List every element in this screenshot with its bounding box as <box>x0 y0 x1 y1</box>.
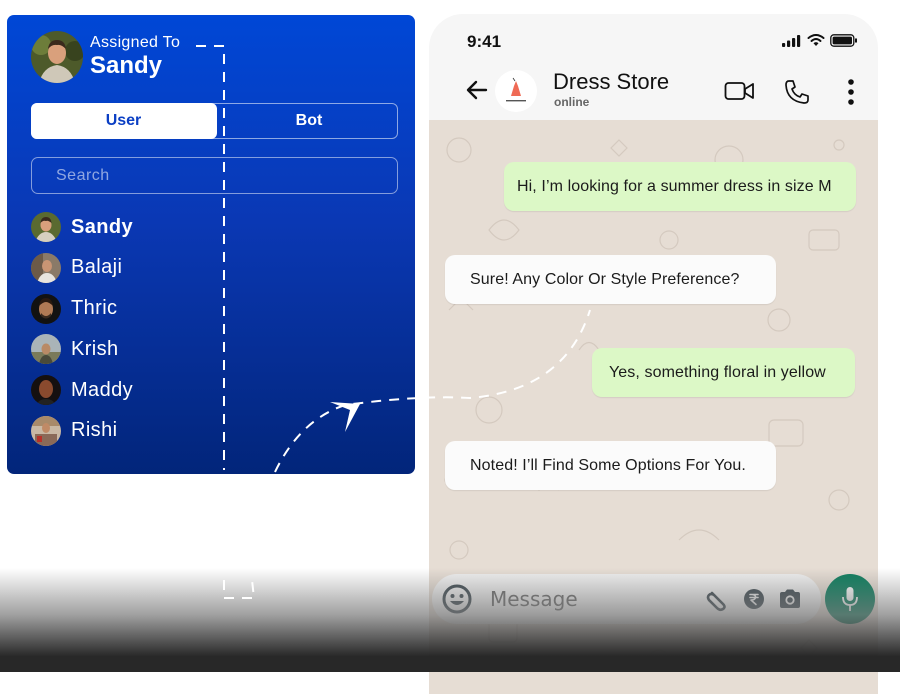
voice-message-button[interactable] <box>825 574 875 624</box>
emoji-icon[interactable] <box>441 583 473 615</box>
user-item-krish[interactable]: Krish <box>31 334 133 365</box>
tab-bot[interactable]: Bot <box>218 103 400 139</box>
rupee-payment-icon[interactable] <box>743 588 765 610</box>
message-incoming[interactable]: Noted! I’ll Find Some Options For You. <box>445 441 776 490</box>
chat-header: Dress Store online <box>429 64 878 120</box>
user-name: Thric <box>71 297 118 320</box>
message-text: Hi, I’m looking for a summer dress in si… <box>517 177 832 195</box>
avatar <box>31 212 61 242</box>
contact-name[interactable]: Dress Store <box>553 69 669 95</box>
message-text: Yes, something floral in yellow <box>609 363 826 381</box>
voice-call-icon[interactable] <box>783 78 811 106</box>
panel-bottom-dashed-line <box>223 579 256 599</box>
message-input[interactable] <box>488 586 692 612</box>
camera-icon[interactable] <box>778 588 802 610</box>
chat-area: Hi, I’m looking for a summer dress in si… <box>429 120 878 694</box>
dress-logo-icon <box>506 77 526 102</box>
wifi-icon <box>807 34 825 46</box>
assignment-panel: Assigned To Sandy User Bot Sandy Balaji … <box>7 15 415 474</box>
avatar <box>31 415 61 446</box>
tab-user[interactable]: User <box>30 102 217 139</box>
signal-icon <box>782 34 801 47</box>
message-outgoing[interactable]: Yes, something floral in yellow <box>592 348 855 397</box>
assigned-to-label: Assigned To <box>90 34 181 51</box>
user-item-sandy[interactable]: Sandy <box>31 212 133 242</box>
assignee-avatar <box>31 31 83 83</box>
attachment-icon[interactable] <box>705 588 729 612</box>
user-list: Sandy Balaji Thric Krish Maddy Rishi <box>31 212 133 457</box>
battery-icon <box>830 34 857 47</box>
phone-mockup: 9:41 Dress Store online Hi, I’m looking … <box>429 14 878 694</box>
message-text: Sure! Any Color Or Style Preference? <box>470 270 740 288</box>
message-incoming[interactable]: Sure! Any Color Or Style Preference? <box>445 255 776 304</box>
message-composer <box>432 574 821 624</box>
status-bar: 9:41 <box>429 14 878 64</box>
message-text: Noted! I’ll Find Some Options For You. <box>470 456 746 474</box>
avatar <box>31 375 61 406</box>
store-logo[interactable] <box>495 70 537 112</box>
microphone-icon <box>842 587 858 611</box>
search-box <box>31 157 398 194</box>
user-name: Sandy <box>71 215 134 238</box>
avatar <box>31 334 61 365</box>
avatar <box>31 293 61 324</box>
user-item-rishi[interactable]: Rishi <box>31 415 133 446</box>
message-outgoing[interactable]: Hi, I’m looking for a summer dress in si… <box>504 162 856 211</box>
assignee-name: Sandy <box>90 52 163 79</box>
user-item-thric[interactable]: Thric <box>31 293 133 324</box>
user-name: Krish <box>71 337 119 360</box>
user-name: Balaji <box>71 256 123 279</box>
user-item-balaji[interactable]: Balaji <box>31 252 133 283</box>
more-options-icon[interactable] <box>847 78 855 106</box>
assigned-to-section: Assigned To Sandy <box>31 31 180 83</box>
status-time: 9:41 <box>467 32 502 51</box>
user-item-maddy[interactable]: Maddy <box>31 375 134 406</box>
assignee-type-tabs: User Bot <box>30 102 400 139</box>
contact-status: online <box>554 95 590 109</box>
avatar <box>31 252 61 283</box>
search-input[interactable] <box>54 166 358 186</box>
user-name: Rishi <box>71 419 118 442</box>
user-name: Maddy <box>71 378 134 401</box>
video-call-icon[interactable] <box>724 78 756 104</box>
back-arrow-icon[interactable] <box>465 78 489 102</box>
